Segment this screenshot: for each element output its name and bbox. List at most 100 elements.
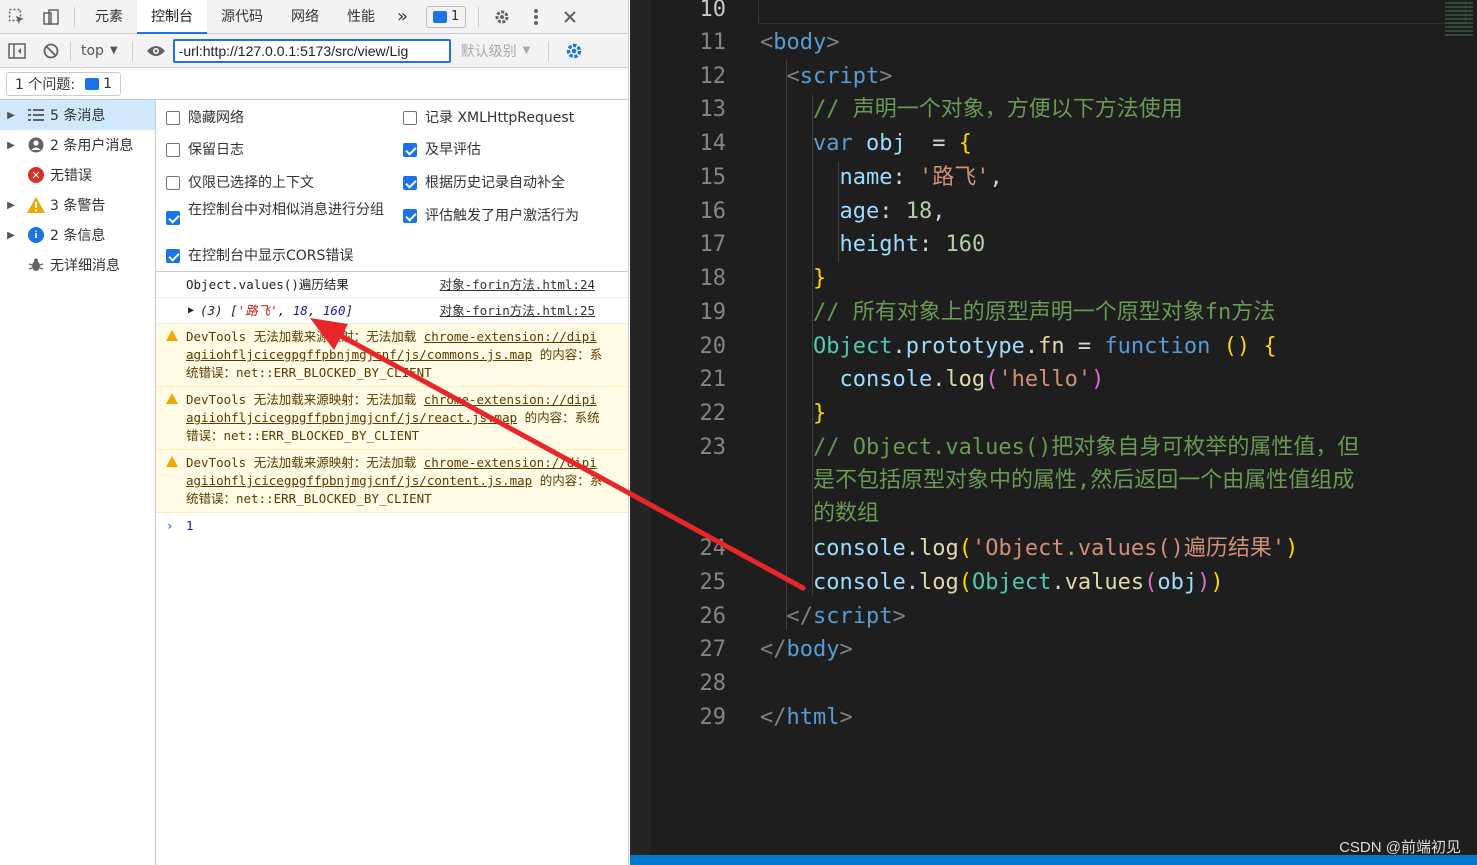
expand-triangle-icon[interactable]: ▶ (0, 140, 22, 151)
user-activation-checkbox[interactable]: 评估触发了用户激活行为 (403, 207, 579, 225)
expand-triangle-icon[interactable]: ▶ (0, 200, 22, 211)
close-icon[interactable] (553, 0, 587, 34)
clear-console-icon[interactable] (34, 34, 68, 68)
dropdown-triangle-icon: ▼ (522, 45, 531, 56)
expand-triangle-icon[interactable]: ▶ (0, 110, 22, 121)
checkbox-box[interactable] (166, 111, 180, 125)
code-line[interactable]: 13 // 声明一个对象，方便以下方法使用 (650, 93, 1183, 127)
code-token: </ (760, 604, 813, 629)
more-options-icon[interactable] (519, 0, 553, 34)
code-line[interactable]: 29 </html> (650, 701, 853, 735)
expand-triangle-icon[interactable]: ▶ (188, 302, 194, 320)
code-line[interactable]: 24 console.log('Object.values()遍历结果') (650, 532, 1299, 566)
code-token: prototype (905, 334, 1025, 359)
checkbox-box[interactable] (403, 143, 417, 157)
filter-input[interactable] (172, 38, 451, 63)
log-level-dropdown[interactable]: 默认级别 ▼ (461, 41, 531, 61)
live-expression-eye-icon[interactable] (139, 34, 173, 68)
tab-console[interactable]: 控制台 (137, 0, 207, 34)
selected-context-only-checkbox[interactable]: 仅限已选择的上下文 (166, 174, 314, 192)
checkbox-box[interactable] (166, 249, 180, 263)
sidebar-toggle-icon[interactable] (0, 34, 34, 68)
tab-performance[interactable]: 性能 (333, 0, 389, 34)
expand-triangle-icon[interactable]: ▶ (0, 230, 22, 241)
code-line[interactable]: 15 name: '路飞', (650, 161, 1003, 195)
code-line[interactable]: 21 console.log('hello') (650, 363, 1105, 397)
sidebar-item-verbose[interactable]: 无详细消息 (0, 250, 155, 280)
issues-label: 1 个问题: (15, 76, 76, 93)
issues-button[interactable]: 1 个问题: 1 (6, 71, 121, 96)
code-line[interactable]: 22 } (650, 397, 827, 431)
checkbox-box[interactable] (403, 209, 417, 223)
code-line[interactable]: 是不包括原型对象中的属性,然后返回一个由属性值组成 (650, 464, 1354, 498)
console-warning-row: DevTools 无法加载来源映射：无法加载 chrome-extension:… (156, 387, 628, 450)
context-selector[interactable]: top ▼ (73, 43, 126, 59)
code-line[interactable]: 12 <script> (650, 60, 893, 94)
autocomplete-history-checkbox[interactable]: 根据历史记录自动补全 (403, 174, 565, 192)
more-tabs-button[interactable]: » (389, 0, 416, 34)
inspect-element-icon[interactable] (0, 0, 34, 34)
preserve-log-checkbox[interactable]: 保留日志 (166, 141, 244, 159)
code-line[interactable]: 18 } (650, 262, 827, 296)
sidebar-item-info[interactable]: ▶ i 2 条信息 (0, 220, 155, 250)
message-badge-button[interactable]: 1 (426, 5, 467, 28)
checkbox-box[interactable] (403, 111, 417, 125)
code-line[interactable]: 14 var obj = { (650, 127, 972, 161)
code-token: () (1223, 334, 1251, 359)
tab-network[interactable]: 网络 (277, 0, 333, 34)
tab-elements[interactable]: 元素 (81, 0, 137, 34)
line-number: 17 (699, 232, 727, 257)
code-line[interactable]: 10 (650, 0, 727, 27)
eager-evaluation-checkbox[interactable]: 及早评估 (403, 141, 481, 159)
sidebar-item-messages[interactable]: ▶ 5 条消息 (0, 100, 155, 130)
code-line[interactable]: 26 </script> (650, 600, 906, 634)
line-highlight-box (758, 0, 1466, 24)
source-link[interactable]: 对象-forin方法.html:24 (440, 276, 595, 294)
line-number: 25 (699, 570, 727, 595)
group-similar-checkbox[interactable]: 在控制台中对相似消息进行分组 (166, 201, 391, 225)
minimap[interactable] (1445, 2, 1473, 38)
checkbox-box[interactable] (403, 176, 417, 190)
tab-sources[interactable]: 源代码 (207, 0, 277, 34)
code-line[interactable]: 20 Object.prototype.fn = function () { (650, 330, 1277, 364)
code-line[interactable]: 25 console.log(Object.values(obj)) (650, 566, 1224, 600)
sidebar-item-user-messages[interactable]: ▶ 2 条用户消息 (0, 130, 155, 160)
code-line[interactable]: 27 </body> (650, 633, 853, 667)
code-line[interactable]: 17 height: 160 (650, 228, 986, 262)
settings-gear-icon[interactable] (485, 0, 519, 34)
code-line[interactable]: 11 <body> (650, 26, 840, 60)
code-token: . (1024, 334, 1039, 359)
array-item: 18 (292, 303, 308, 318)
prompt-input[interactable]: 1 (186, 518, 194, 533)
code-token: obj (865, 131, 906, 156)
code-line[interactable]: 的数组 (650, 497, 879, 531)
dropdown-triangle-icon: ▼ (109, 45, 118, 56)
code-line[interactable]: 23 // Object.values()把对象自身可枚举的属性值，但 (650, 431, 1360, 465)
console-prompt-row[interactable]: › 1 (156, 513, 628, 539)
checkbox-label: 及早评估 (425, 142, 481, 158)
toolbar-divider (70, 40, 71, 61)
checkbox-box[interactable] (166, 211, 180, 225)
code-token: </ (760, 705, 787, 730)
hide-network-checkbox[interactable]: 隐藏网络 (166, 109, 244, 127)
sidebar-item-errors[interactable]: ✕ 无错误 (0, 160, 155, 190)
array-preview[interactable]: (3) ['路飞', 18, 160] (186, 303, 353, 318)
code-line[interactable]: 19 // 所有对象上的原型声明一个原型对象fn方法 (650, 296, 1276, 330)
code-token: ) (1197, 570, 1211, 595)
message-badge-count: 1 (451, 9, 460, 24)
code-token: ) (1285, 536, 1299, 561)
array-bracket: ] (345, 303, 353, 318)
console-warning-row: DevTools 无法加载来源映射：无法加载 chrome-extension:… (156, 324, 628, 387)
code-line[interactable]: 16 age: 18, (650, 195, 946, 229)
device-toolbar-icon[interactable] (34, 0, 68, 34)
source-link[interactable]: 对象-forin方法.html:25 (440, 302, 595, 320)
console-settings-gear-icon[interactable] (557, 34, 591, 68)
checkbox-box[interactable] (166, 143, 180, 157)
checkbox-box[interactable] (166, 176, 180, 190)
code-token: height (760, 232, 919, 257)
show-cors-errors-checkbox[interactable]: 在控制台中显示CORS错误 (166, 247, 353, 265)
log-xhr-checkbox[interactable]: 记录 XMLHttpRequest (403, 109, 574, 127)
sidebar-item-warnings[interactable]: ▶ 3 条警告 (0, 190, 155, 220)
code-line[interactable]: 28 (650, 667, 727, 701)
